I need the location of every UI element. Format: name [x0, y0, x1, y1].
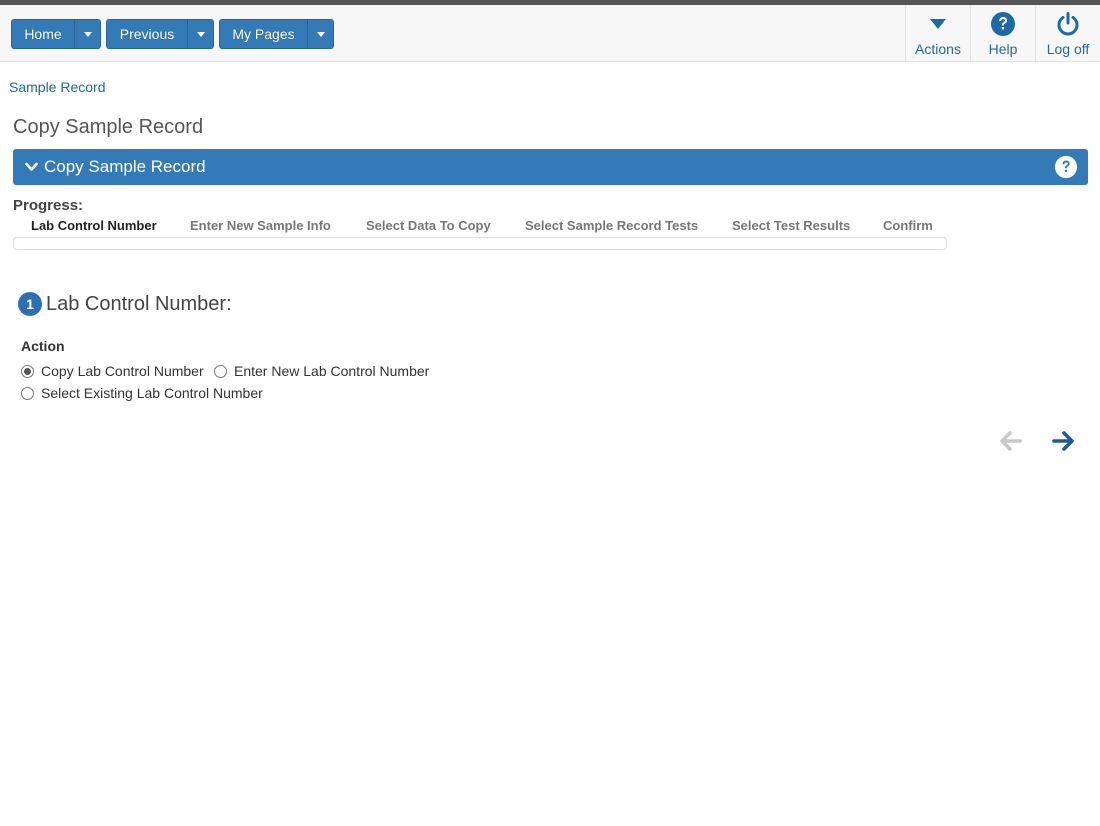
section-title: Lab Control Number: — [46, 292, 232, 315]
caret-down-icon — [83, 31, 92, 37]
back-arrow-button[interactable] — [998, 428, 1024, 454]
step-confirm: Confirm — [883, 218, 933, 233]
previous-split-button: Previous — [106, 19, 214, 49]
step-select-sample-record-tests: Select Sample Record Tests — [525, 218, 699, 233]
panel-title: Copy Sample Record — [44, 157, 206, 176]
caret-down-icon — [196, 31, 205, 37]
radio-label: Select Existing Lab Control Number — [41, 385, 263, 401]
my-pages-button[interactable]: My Pages — [220, 20, 307, 48]
radio-option-copy-lab-control-number[interactable]: Copy Lab Control Number — [21, 363, 204, 379]
radio-option-select-existing-lab-control-number[interactable]: Select Existing Lab Control Number — [21, 385, 263, 401]
progress-label: Progress: — [13, 197, 84, 214]
actions-menu[interactable]: Actions — [905, 5, 970, 62]
home-split-button: Home — [11, 19, 101, 49]
step-enter-new-sample-info: Enter New Sample Info — [190, 218, 331, 233]
section-heading: 1 Lab Control Number: — [18, 292, 232, 316]
radio-select-existing-lab-control-number[interactable] — [21, 386, 34, 400]
help-label: Help — [988, 41, 1018, 57]
radio-label: Copy Lab Control Number — [41, 363, 204, 379]
arrow-left-icon — [1000, 431, 1022, 451]
previous-dropdown-toggle[interactable] — [187, 20, 213, 48]
step-lab-control-number: Lab Control Number — [31, 218, 157, 233]
breadcrumb-sample-record[interactable]: Sample Record — [9, 79, 106, 95]
next-arrow-button[interactable] — [1050, 428, 1076, 454]
action-label: Action — [21, 338, 65, 354]
radio-copy-lab-control-number[interactable] — [21, 364, 34, 378]
caret-down-icon — [929, 11, 947, 37]
panel-help-icon[interactable] — [1054, 155, 1078, 179]
power-icon — [1055, 11, 1081, 37]
copy-sample-record-panel-header[interactable]: Copy Sample Record — [13, 149, 1088, 185]
previous-button[interactable]: Previous — [107, 20, 187, 48]
page-title: Copy Sample Record — [13, 116, 204, 138]
home-button[interactable]: Home — [12, 20, 74, 48]
arrow-right-icon — [1052, 431, 1074, 451]
radio-label: Enter New Lab Control Number — [234, 363, 430, 379]
chevron-down-icon — [25, 162, 38, 172]
caret-down-icon — [316, 31, 325, 37]
step-number-badge: 1 — [18, 292, 42, 316]
log-off-button[interactable]: Log off — [1035, 5, 1100, 62]
progress-bar — [13, 237, 947, 250]
actions-label: Actions — [915, 41, 961, 57]
mypages-dropdown-toggle[interactable] — [307, 20, 333, 48]
log-off-label: Log off — [1046, 41, 1090, 57]
radio-option-enter-new-lab-control-number[interactable]: Enter New Lab Control Number — [214, 363, 429, 379]
home-dropdown-toggle[interactable] — [74, 20, 100, 48]
step-select-test-results: Select Test Results — [732, 218, 851, 233]
help-button[interactable]: Help — [970, 5, 1035, 62]
progress-steps: Lab Control Number Enter New Sample Info… — [13, 218, 947, 236]
step-select-data-to-copy: Select Data To Copy — [366, 218, 491, 233]
right-tools: Actions Help Log off — [905, 5, 1100, 62]
question-circle-icon — [990, 11, 1016, 37]
radio-enter-new-lab-control-number[interactable] — [214, 364, 227, 378]
top-toolbar: Home Previous My Pages Actions Help Log … — [0, 5, 1100, 62]
mypages-split-button: My Pages — [219, 19, 334, 49]
